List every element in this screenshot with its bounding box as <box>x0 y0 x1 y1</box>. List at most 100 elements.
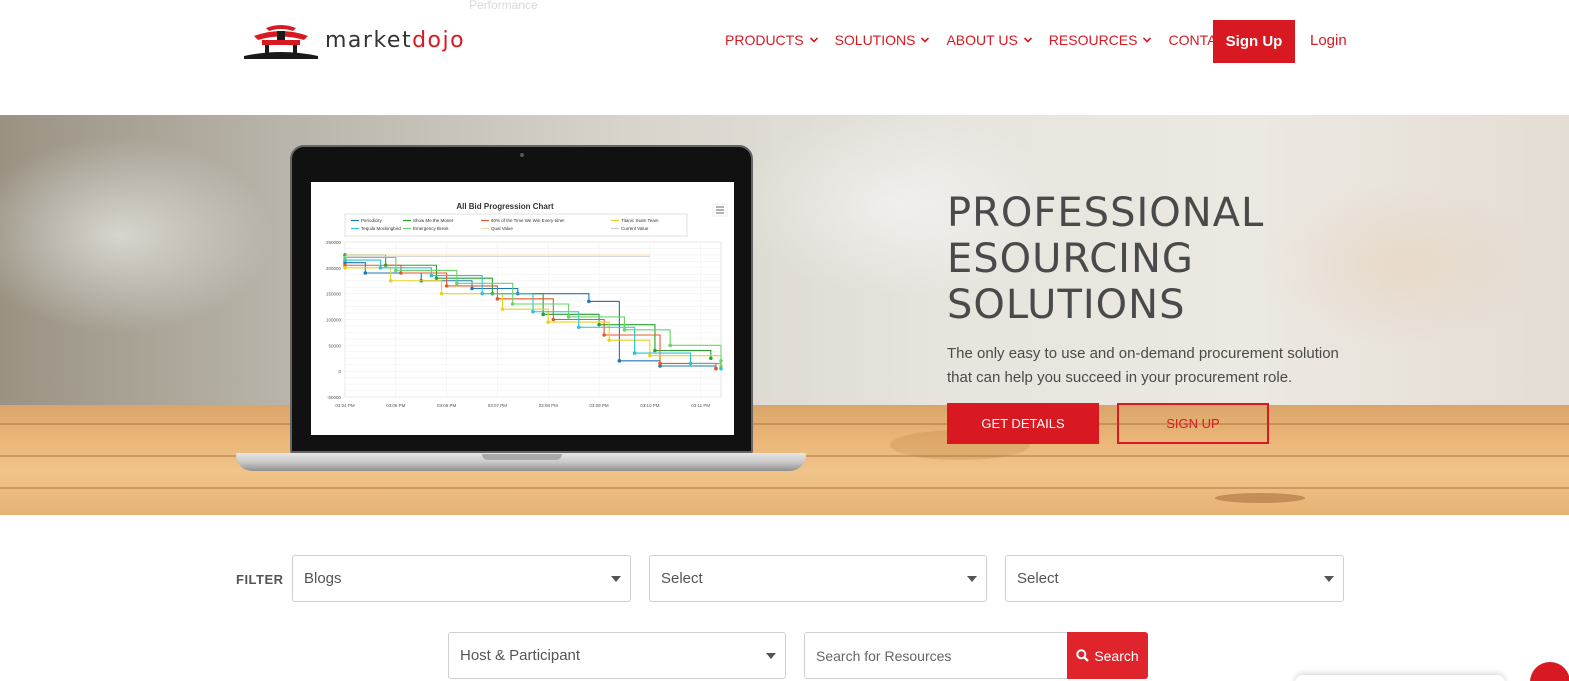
series-point <box>622 328 627 332</box>
select-value: Select <box>1017 570 1059 587</box>
legend-label: Periodicity <box>361 218 383 223</box>
signup-button[interactable]: Sign Up <box>1213 20 1295 63</box>
select-audience[interactable]: Host & Participant <box>448 632 786 679</box>
laptop-camera <box>520 153 524 157</box>
series-point <box>434 276 439 280</box>
select-value: Select <box>661 570 703 587</box>
nav-solutions[interactable]: SOLUTIONS <box>835 32 931 48</box>
hero-title-line: PROFESSIONAL <box>947 190 1265 236</box>
legend-label: Show Me the Monet <box>413 218 454 223</box>
select-filter-3[interactable]: Select <box>1005 555 1344 602</box>
chart-plot-area: 03:04 PM 03:05 PM 03:06 PM 03:07 PM 03:08 PM… <box>326 240 723 408</box>
series-point <box>551 317 556 322</box>
select-category[interactable]: Blogs <box>292 555 631 602</box>
chat-widget-tab[interactable] <box>1295 675 1505 681</box>
caret-down-icon <box>611 576 621 582</box>
wood-knot <box>1215 493 1305 503</box>
legend-label: Qual Value <box>491 226 513 231</box>
series-point <box>632 351 637 355</box>
series-point <box>439 291 444 296</box>
series-point <box>399 271 403 275</box>
legend-label: Emergency Brexit <box>413 226 449 231</box>
series-point <box>480 291 484 296</box>
series-point <box>714 366 718 371</box>
main-nav: PRODUCTS SOLUTIONS ABOUT US RESOURCES CO… <box>725 32 1251 48</box>
series-point <box>378 266 383 270</box>
x-tick-label: 03:11 PM <box>691 403 710 408</box>
series-point <box>454 281 459 286</box>
x-tick-label: 03:10 PM <box>640 403 660 408</box>
x-tick-label: 03:06 PM <box>437 403 457 408</box>
hero-subtitle: The only easy to use and on-demand procu… <box>947 345 1339 386</box>
y-tick-label: 0 <box>338 369 341 374</box>
series-point <box>617 359 622 363</box>
search-input[interactable] <box>804 632 1068 679</box>
y-tick-label: 150000 <box>326 292 342 297</box>
login-link[interactable]: Login <box>1310 32 1347 49</box>
search-icon <box>1076 649 1090 662</box>
select-value: Blogs <box>304 570 342 587</box>
series-point <box>566 315 571 319</box>
series-point <box>500 307 505 311</box>
search-button[interactable]: Search <box>1067 632 1148 679</box>
y-tick-label: 250000 <box>326 240 342 245</box>
y-tick-label: 100000 <box>326 318 342 323</box>
series-point <box>607 338 612 342</box>
chart-menu-icon[interactable] <box>712 203 728 217</box>
series-point <box>719 366 723 371</box>
series-point <box>429 273 434 278</box>
legend-label: Current Value <box>621 226 649 231</box>
logo[interactable]: marketdojo <box>240 22 464 62</box>
series-point <box>388 278 393 283</box>
series-point <box>648 353 652 358</box>
get-details-button[interactable]: GET DETAILS <box>947 403 1099 444</box>
series-point <box>495 297 500 301</box>
series-point <box>653 348 657 353</box>
x-tick-label: 03:09 PM <box>589 403 609 408</box>
table-plank-line <box>0 487 1569 489</box>
y-tick-label: 200000 <box>326 266 342 271</box>
hero-signup-button[interactable]: SIGN UP <box>1117 403 1269 444</box>
series-point <box>719 359 723 363</box>
x-tick-label: 03:07 PM <box>488 403 508 408</box>
series-point <box>363 271 368 275</box>
caret-down-icon <box>967 576 977 582</box>
site-header: Performance marketdojo PRODUCTS SOLUTION… <box>0 0 1569 115</box>
pagoda-icon <box>244 25 318 59</box>
chat-launcher[interactable] <box>1530 662 1569 681</box>
nav-resources[interactable]: RESOURCES <box>1049 32 1153 48</box>
series-point <box>668 343 672 348</box>
x-tick-label: 03:05 PM <box>386 403 406 408</box>
x-tick-label: 03:04 PM <box>335 403 355 408</box>
series-point <box>546 320 551 324</box>
select-filter-2[interactable]: Select <box>649 555 987 602</box>
series-point <box>444 284 449 288</box>
y-tick-label: -50000 <box>327 395 342 400</box>
chart-title: All Bid Progression Chart <box>456 202 554 211</box>
series-point <box>658 361 662 366</box>
chevron-down-icon <box>1023 37 1032 43</box>
laptop-screen: All Bid Progression Chart Periodicity Sho… <box>311 182 734 435</box>
table-plank-line <box>0 423 1569 425</box>
nav-products[interactable]: PRODUCTS <box>725 32 819 48</box>
bid-progression-chart: All Bid Progression Chart Periodicity Sho… <box>326 202 728 408</box>
series-point <box>602 333 606 337</box>
series-point <box>597 322 601 327</box>
series-point <box>510 302 515 306</box>
x-tick-label: 03:08 PM <box>539 403 559 408</box>
series-point <box>587 299 591 304</box>
legend-label: Tequila Mockingbird <box>361 226 401 231</box>
chevron-down-icon <box>809 37 818 43</box>
series-point <box>394 268 398 273</box>
series-point <box>470 286 474 291</box>
legend-label: 60% of the Time We Win Every-time! <box>491 218 564 223</box>
series-point <box>343 266 347 270</box>
series-point <box>688 361 693 366</box>
series-point <box>531 309 535 314</box>
logo-text: marketdojo <box>325 28 466 53</box>
series-point <box>541 312 545 317</box>
nav-about-us[interactable]: ABOUT US <box>946 32 1032 48</box>
laptop-notch <box>482 454 562 460</box>
ghost-label: Performance <box>469 0 538 12</box>
caret-down-icon <box>1324 576 1334 582</box>
